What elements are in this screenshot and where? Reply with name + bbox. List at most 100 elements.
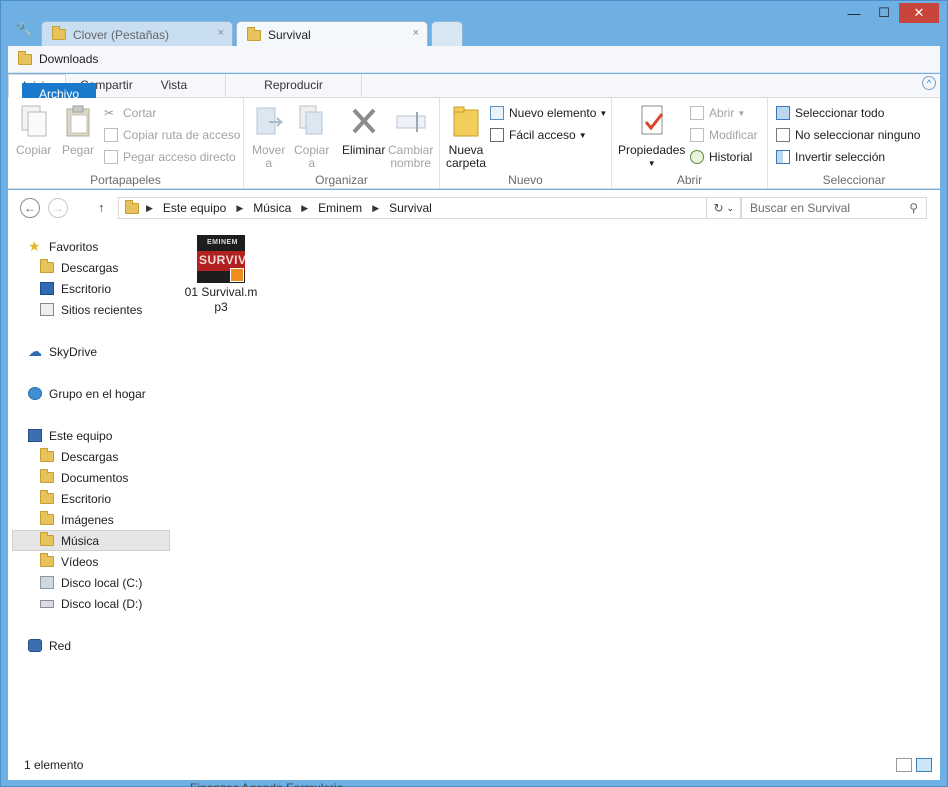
large-icons-view-icon[interactable]	[916, 758, 932, 772]
computer-icon	[28, 429, 42, 442]
select-none-button[interactable]: No seleccionar ninguno	[776, 125, 920, 145]
paste-shortcut-button[interactable]: Pegar acceso directo	[104, 147, 236, 167]
breadcrumb-item[interactable]: Música	[253, 201, 291, 215]
recent-places-icon	[40, 303, 54, 316]
maximize-button[interactable]: ☐	[869, 3, 899, 23]
copy-button[interactable]: Copiar	[16, 104, 51, 157]
cut-button[interactable]: ✂ Cortar	[104, 103, 156, 123]
breadcrumb-item[interactable]: Este equipo	[163, 201, 226, 215]
tab-view[interactable]: Vista	[147, 74, 201, 97]
up-button[interactable]: ↑	[98, 200, 105, 215]
drive-icon	[40, 576, 54, 589]
nav-label: Documentos	[61, 470, 129, 485]
move-to-label-2: a	[265, 156, 273, 170]
open-button[interactable]: Abrir ▼	[690, 103, 745, 123]
new-folder-label-2: carpeta	[446, 156, 487, 170]
history-label: Historial	[709, 150, 753, 164]
cloud-icon: ☁	[28, 343, 42, 359]
nav-pc-music[interactable]: Música	[12, 530, 170, 551]
nav-favorites[interactable]: ★ Favoritos	[28, 236, 186, 257]
folder-icon	[125, 199, 139, 214]
move-to-button[interactable]: Mover a	[252, 104, 285, 170]
group-label: Seleccionar	[822, 173, 886, 187]
open-label: Abrir	[709, 106, 735, 120]
navigation-bar: ← → ↑ ▶ Este equipo ▶ Música ▶ Eminem ▶ …	[8, 190, 940, 226]
tab-play[interactable]: Reproducir	[225, 74, 362, 97]
group-organize: Mover a Copiar a Eliminar Cambiar nombre…	[244, 98, 440, 189]
easy-access-button[interactable]: Fácil acceso ▼	[490, 125, 587, 145]
invert-selection-label: Invertir selección	[795, 150, 886, 164]
folder-icon	[18, 50, 32, 65]
desktop-icon	[40, 282, 54, 295]
folder-icon	[247, 26, 261, 41]
window-controls: — ☐ ✕	[839, 3, 939, 23]
address-bar[interactable]: ▶ Este equipo ▶ Música ▶ Eminem ▶ Surviv…	[118, 197, 741, 219]
file-name: 01 Survival.mp3	[184, 285, 258, 314]
nav-label: Imágenes	[61, 512, 114, 527]
select-all-label: Seleccionar todo	[795, 106, 885, 120]
invert-selection-icon	[776, 150, 790, 164]
group-select: Seleccionar todo No seleccionar ninguno …	[768, 98, 940, 189]
file-item[interactable]: EMINEM SURVIVAL 01 Survival.mp3	[184, 235, 258, 315]
select-none-label: No seleccionar ninguno	[795, 128, 921, 142]
breadcrumb-item[interactable]: Eminem	[318, 201, 362, 215]
new-item-button[interactable]: Nuevo elemento ▼	[490, 103, 607, 123]
nav-homegroup[interactable]: Grupo en el hogar	[28, 383, 186, 404]
select-all-button[interactable]: Seleccionar todo	[776, 103, 884, 123]
thumb-artist: EMINEM	[207, 239, 238, 246]
forward-button[interactable]: →	[48, 198, 68, 218]
edit-icon	[690, 128, 704, 142]
close-button[interactable]: ✕	[899, 3, 939, 23]
chevron-down-icon: ▼	[737, 108, 746, 118]
desktop-folder-icon	[40, 490, 54, 504]
properties-button[interactable]: Propiedades ▼	[618, 104, 685, 170]
edit-button[interactable]: Modificar	[690, 125, 758, 145]
ribbon-tabs: Archivo Inicio Compartir Vista Reproduci…	[8, 74, 940, 106]
group-clipboard: Copiar Pegar ✂ Cortar Copiar ruta de acce…	[8, 98, 244, 189]
chevron-right-icon: ▶	[236, 202, 244, 213]
tab-strip: Clover (Pestañas) × Survival ×	[41, 21, 466, 48]
group-label: Portapapeles	[90, 173, 161, 187]
delete-button[interactable]: Eliminar	[342, 104, 385, 157]
history-button[interactable]: Historial	[690, 147, 752, 167]
music-folder-icon	[40, 532, 54, 546]
new-folder-button[interactable]: Nueva carpeta	[446, 104, 486, 170]
nav-thispc[interactable]: Este equipo	[28, 425, 186, 446]
new-tab-button[interactable]	[431, 21, 463, 47]
new-folder-icon	[453, 106, 479, 137]
minimize-button[interactable]: —	[839, 3, 869, 23]
open-icon	[690, 106, 704, 120]
easy-access-icon	[490, 128, 504, 142]
tab-clover[interactable]: Clover (Pestañas) ×	[41, 21, 233, 47]
refresh-button[interactable]: ↻	[706, 197, 730, 219]
help-icon[interactable]: ^	[922, 76, 936, 90]
group-new: Nueva carpeta Nuevo elemento ▼ Fácil acce…	[440, 98, 612, 189]
breadcrumb-item[interactable]: Survival	[389, 201, 432, 215]
wrench-icon[interactable]: 🔧	[15, 21, 34, 39]
properties-icon	[641, 105, 663, 135]
paste-button[interactable]: Pegar	[62, 104, 94, 157]
invert-selection-button[interactable]: Invertir selección	[776, 147, 885, 167]
tab-survival[interactable]: Survival ×	[236, 21, 428, 48]
back-button[interactable]: ←	[20, 198, 40, 218]
search-placeholder: Buscar en Survival	[750, 201, 851, 215]
nav-label: Disco local (D:)	[61, 596, 143, 611]
chevron-down-icon: ▼	[647, 159, 656, 168]
details-view-icon[interactable]	[896, 758, 912, 772]
rename-button[interactable]: Cambiar nombre	[388, 104, 433, 170]
tab-close-button[interactable]: ×	[413, 27, 419, 39]
tab-close-button[interactable]: ×	[218, 27, 224, 39]
group-open: Propiedades ▼ Abrir ▼ Modificar Historial…	[612, 98, 768, 189]
chevron-down-icon: ▼	[599, 108, 608, 118]
nav-label: Descargas	[61, 449, 119, 464]
copy-path-button[interactable]: Copiar ruta de acceso	[104, 125, 240, 145]
nav-label: Música	[61, 533, 100, 548]
copy-to-button[interactable]: Copiar a	[294, 104, 329, 170]
edit-label: Modificar	[709, 128, 758, 142]
nav-skydrive[interactable]: ☁ SkyDrive	[28, 341, 186, 362]
nav-network[interactable]: Red	[28, 635, 186, 656]
network-icon	[28, 639, 42, 652]
nav-label: SkyDrive	[49, 344, 98, 359]
search-input[interactable]: Buscar en Survival ⚲	[741, 197, 927, 219]
tab-label: Clover (Pestañas)	[73, 27, 170, 42]
